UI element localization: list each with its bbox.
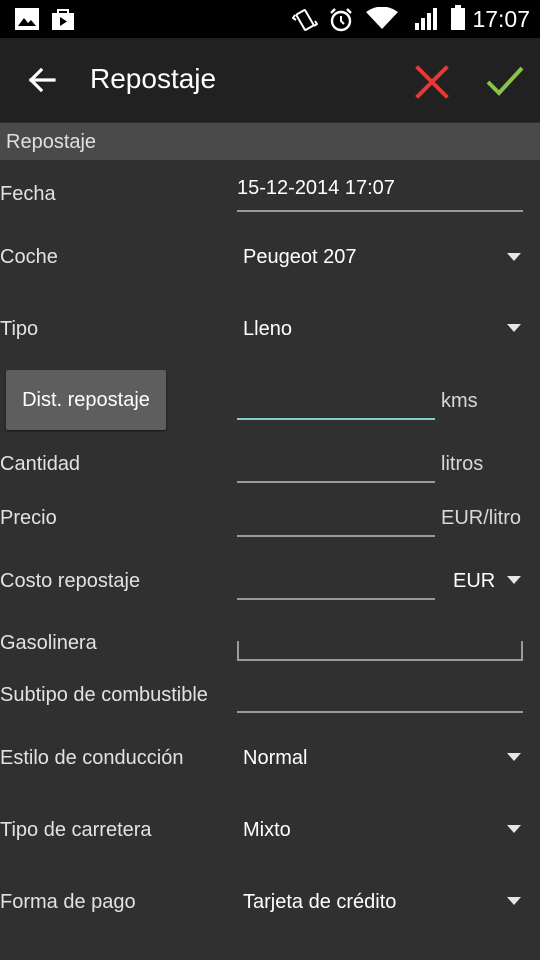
- distancia-underline: [237, 418, 435, 420]
- subtipo-underline: [237, 711, 523, 713]
- fecha-label: Fecha: [0, 183, 56, 205]
- fecha-field[interactable]: 15-12-2014 17:07: [237, 177, 395, 200]
- status-bar: 17:07: [0, 0, 540, 38]
- tipo-label: Tipo: [0, 318, 39, 340]
- chevron-down-icon[interactable]: [507, 825, 521, 833]
- close-icon[interactable]: [410, 60, 454, 104]
- chevron-down-icon[interactable]: [507, 576, 521, 584]
- status-time: 17:07: [472, 6, 530, 32]
- precio-underline: [237, 535, 435, 537]
- image-icon: [15, 8, 39, 30]
- costo-underline: [237, 598, 435, 600]
- tipo-select[interactable]: Lleno: [243, 318, 292, 341]
- cantidad-label: Cantidad: [0, 453, 81, 475]
- subtipo-label: Subtipo de combustible: [0, 684, 208, 706]
- carretera-label: Tipo de carretera: [0, 819, 152, 841]
- bag-icon: [52, 9, 74, 30]
- page-title: Repostaje: [90, 63, 217, 94]
- fecha-underline: [237, 210, 523, 212]
- estilo-label: Estilo de conducción: [0, 747, 184, 769]
- costo-label: Costo repostaje: [0, 570, 141, 592]
- chevron-down-icon[interactable]: [507, 753, 521, 761]
- app-bar: Repostaje: [0, 38, 540, 122]
- currency-select[interactable]: EUR: [453, 570, 495, 593]
- gasolinera-label: Gasolinera: [0, 632, 97, 654]
- precio-label: Precio: [0, 507, 57, 529]
- section-header: Repostaje: [0, 123, 540, 160]
- pago-select[interactable]: Tarjeta de crédito: [243, 891, 396, 914]
- signal-icon: [415, 8, 437, 30]
- precio-unit: EUR/litro: [441, 507, 522, 529]
- dist-repostaje-button-label: Dist. repostaje: [22, 388, 150, 411]
- chevron-down-icon[interactable]: [507, 324, 521, 332]
- pago-label: Forma de pago: [0, 891, 136, 913]
- estilo-select[interactable]: Normal: [243, 747, 307, 770]
- gasolinera-box: [237, 641, 523, 661]
- battery-icon: [451, 5, 465, 30]
- wifi-icon: [366, 7, 398, 29]
- coche-select[interactable]: Peugeot 207: [243, 246, 356, 269]
- coche-label: Coche: [0, 246, 58, 268]
- dist-repostaje-button[interactable]: Dist. repostaje: [6, 370, 166, 430]
- chevron-down-icon[interactable]: [507, 897, 521, 905]
- carretera-select[interactable]: Mixto: [243, 819, 291, 842]
- arrow-left-icon[interactable]: [22, 60, 62, 100]
- cantidad-unit: litros: [441, 453, 484, 475]
- check-icon[interactable]: [482, 58, 528, 104]
- chevron-down-icon[interactable]: [507, 253, 521, 261]
- distancia-unit: kms: [441, 390, 478, 412]
- section-title: Repostaje: [6, 131, 97, 153]
- cantidad-underline: [237, 481, 435, 483]
- alarm-icon: [330, 8, 352, 32]
- vibrate-icon: [292, 9, 318, 31]
